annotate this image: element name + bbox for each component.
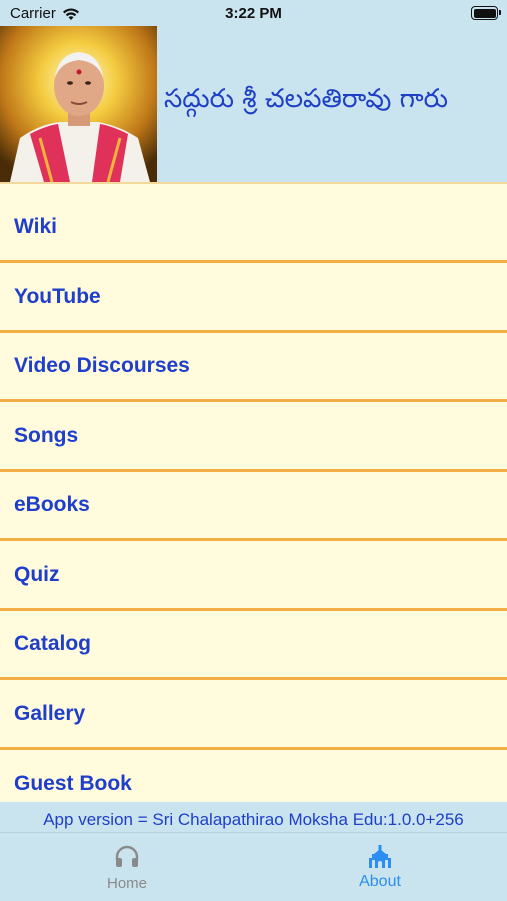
- status-time: 3:22 PM: [225, 5, 282, 22]
- menu-list: Wiki YouTube Video Discourses Songs eBoo…: [0, 182, 507, 802]
- menu-item-label: Catalog: [14, 632, 92, 655]
- header: సద్గురు శ్రీ చలపతిరావు గారు: [0, 26, 507, 182]
- menu-item-guest-book[interactable]: Guest Book: [0, 751, 507, 802]
- headphones-icon: [115, 845, 139, 867]
- menu-divider-top: [0, 182, 507, 184]
- tab-about-label: About: [359, 873, 401, 890]
- menu-item-label: YouTube: [14, 285, 101, 308]
- menu-item-ebooks[interactable]: eBooks: [0, 472, 507, 541]
- menu-item-video-discourses[interactable]: Video Discourses: [0, 333, 507, 402]
- menu-item-label: Gallery: [14, 702, 86, 725]
- page-title: సద్గురు శ్రీ చలపతిరావు గారు: [164, 84, 448, 114]
- tab-home[interactable]: Home: [0, 833, 254, 901]
- menu-item-quiz[interactable]: Quiz: [0, 542, 507, 611]
- app-version-text: App version = Sri Chalapathirao Moksha E…: [43, 810, 464, 829]
- menu-item-label: Guest Book: [14, 772, 132, 795]
- menu-item-label: eBooks: [14, 493, 90, 516]
- status-bar: Carrier 3:22 PM: [0, 0, 507, 26]
- portrait-image: [0, 26, 157, 182]
- tab-home-label: Home: [106, 875, 147, 892]
- temple-icon: [369, 845, 391, 868]
- menu-item-label: Video Discourses: [14, 354, 190, 377]
- menu-item-songs[interactable]: Songs: [0, 403, 507, 472]
- menu-item-catalog[interactable]: Catalog: [0, 611, 507, 680]
- menu-item-label: Songs: [14, 424, 79, 447]
- menu-item-wiki[interactable]: Wiki: [0, 194, 507, 263]
- menu-item-youtube[interactable]: YouTube: [0, 264, 507, 333]
- menu-item-gallery[interactable]: Gallery: [0, 681, 507, 750]
- battery-icon: [471, 6, 501, 20]
- menu-item-label: Quiz: [14, 563, 60, 586]
- menu-item-label: Wiki: [14, 215, 57, 238]
- guru-portrait: [0, 26, 157, 182]
- tab-about[interactable]: About: [253, 833, 507, 901]
- tab-bar: Home About: [0, 832, 507, 901]
